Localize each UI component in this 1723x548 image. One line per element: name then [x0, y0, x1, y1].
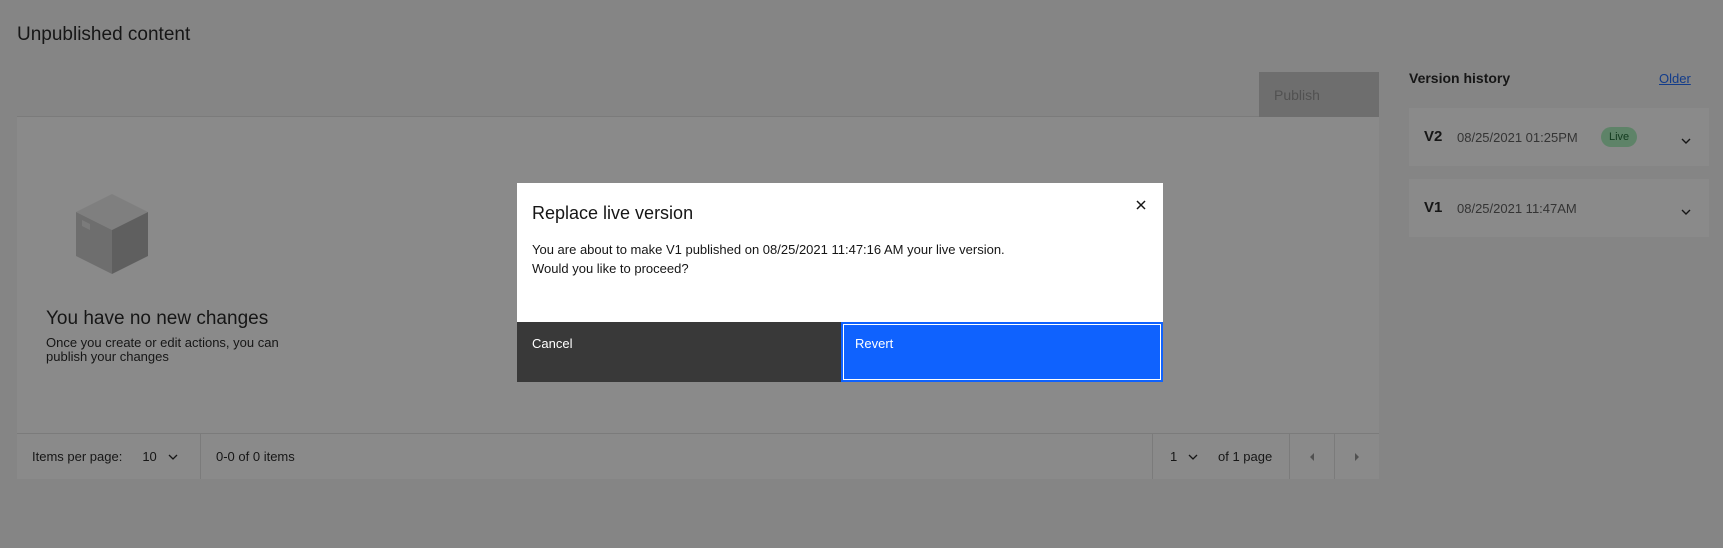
revert-button[interactable]: Revert: [841, 322, 1163, 382]
modal-title: Replace live version: [532, 203, 694, 223]
close-icon[interactable]: [1133, 197, 1149, 213]
modal-body: You are about to make V1 published on 08…: [532, 240, 1005, 278]
modal-body-line: Would you like to proceed?: [532, 261, 689, 276]
replace-live-version-modal: Replace live version You are about to ma…: [517, 183, 1163, 382]
modal-body-line: You are about to make V1 published on 08…: [532, 242, 1005, 257]
cancel-button[interactable]: Cancel: [517, 322, 841, 382]
